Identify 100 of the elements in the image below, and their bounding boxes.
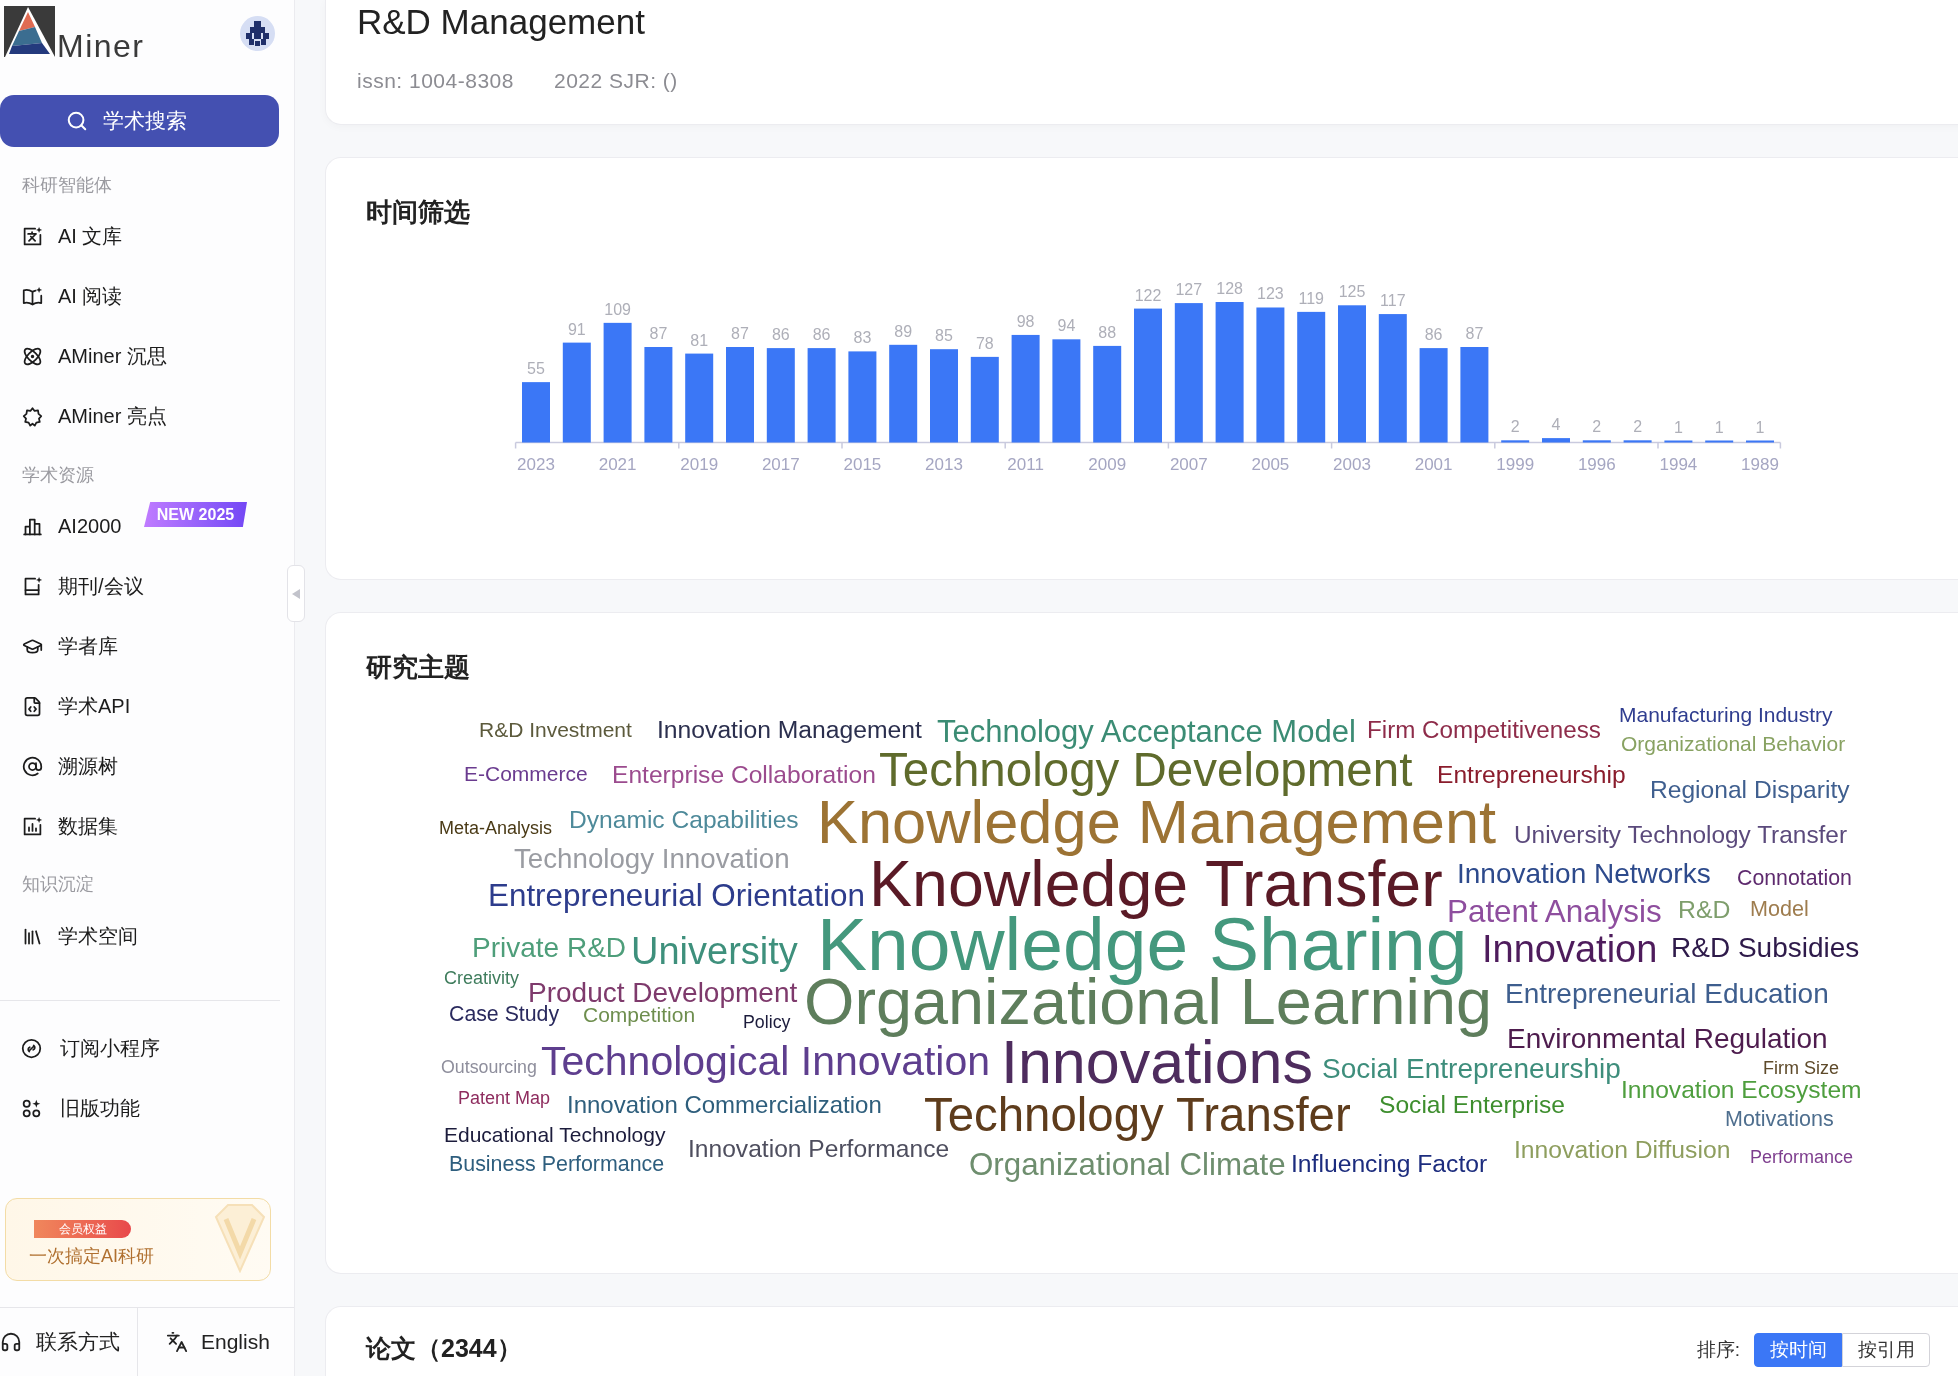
nav-item[interactable]: AI 阅读 (0, 266, 280, 326)
chart-bar[interactable] (1256, 307, 1285, 443)
search-button[interactable]: 学术搜索 (0, 95, 279, 147)
bar-value-label: 2 (1510, 418, 1520, 436)
journal-title: R&D Management (357, 2, 646, 42)
chart-bar[interactable] (1093, 345, 1122, 443)
chart-sparkle-icon (22, 815, 43, 837)
topic-word: E-Commerce (464, 763, 588, 784)
link-circle-icon (21, 1037, 42, 1059)
chart-bar[interactable] (1174, 303, 1203, 443)
chart-bar[interactable] (562, 342, 591, 443)
topic-word: Meta-Analysis (439, 819, 553, 837)
topic-word: Environmental Regulation (1507, 1025, 1828, 1053)
bar-value-label: 4 (1551, 416, 1561, 434)
chart-bar[interactable] (807, 348, 836, 443)
chart-bar[interactable] (1501, 440, 1530, 443)
topic-word: Private R&D (472, 934, 627, 962)
sort-toggle[interactable]: 按时间 (1754, 1333, 1842, 1367)
bar-value-label: 55 (527, 360, 545, 378)
chart-bar[interactable] (1746, 440, 1774, 443)
chart-bar[interactable] (1664, 440, 1693, 443)
section-title: 研究主题 (366, 652, 471, 682)
topic-word: Dynamic Capabilities (569, 808, 799, 833)
axis-label: 2011 (1007, 455, 1044, 474)
topic-word: Innovation Diffusion (1514, 1138, 1731, 1163)
chart-bar[interactable] (1419, 348, 1448, 443)
sort-toggle[interactable]: 按引用 (1842, 1333, 1930, 1367)
nav-item[interactable]: 学者库 (0, 616, 280, 676)
topic-word: Innovation Ecosystem (1621, 1078, 1862, 1103)
caret-left-icon (292, 588, 300, 599)
chart-bar[interactable] (889, 344, 918, 443)
chart-bar[interactable] (644, 347, 673, 443)
at-sign-icon (22, 755, 43, 777)
chart-bar[interactable] (1297, 311, 1326, 443)
chart-bar[interactable] (1623, 440, 1652, 443)
nav-item[interactable]: 旧版功能 (0, 1078, 280, 1138)
axis-label: 2005 (1251, 455, 1290, 474)
topic-word: Technology Transfer (924, 1091, 1351, 1139)
axis-label: 1994 (1659, 455, 1698, 474)
topic-word: Outsourcing (441, 1059, 537, 1077)
topic-word: University (631, 932, 798, 970)
apps-sparkle-icon (21, 1097, 42, 1119)
chart-bar[interactable] (766, 348, 795, 443)
pixel-avatar-icon[interactable] (240, 16, 275, 51)
chart-bar[interactable] (1011, 334, 1040, 443)
topic-word: Regional Disparity (1650, 778, 1850, 803)
topic-word: Connotation (1737, 868, 1852, 890)
chart-bar[interactable] (1542, 438, 1570, 443)
bar-value-label: 83 (853, 329, 872, 347)
chart-bar[interactable] (1705, 440, 1734, 443)
footer-link[interactable]: 联系方式 (0, 1308, 138, 1376)
nav-item[interactable]: AI 文库 (0, 206, 280, 266)
bar-value-label: 2 (1633, 418, 1643, 436)
section-heading: 知识沉淀 (21, 873, 94, 896)
axis-label: 2001 (1414, 455, 1453, 474)
footer-link[interactable]: English (138, 1308, 294, 1376)
nav-item[interactable]: 学术API (0, 676, 280, 736)
chart-bar[interactable] (1215, 302, 1244, 443)
chart-bar[interactable] (685, 353, 714, 443)
sort-label: 排序: (1696, 1338, 1740, 1362)
axis-label: 2003 (1333, 455, 1371, 474)
file-code-icon (22, 695, 43, 717)
topic-word: Innovations (1001, 1032, 1313, 1093)
gem-decoration-icon (214, 1203, 266, 1273)
nav-item[interactable]: AMiner 亮点 (0, 386, 280, 446)
topic-word: R&D Investment (479, 719, 632, 740)
topic-word: Model (1750, 898, 1809, 920)
topic-word: Policy (743, 1014, 791, 1032)
axis-label: 2009 (1088, 455, 1127, 474)
chart-bar[interactable] (603, 322, 632, 443)
bar-value-label: 123 (1257, 285, 1284, 303)
bar-value-label: 117 (1380, 292, 1406, 310)
chart-bar[interactable] (1460, 347, 1489, 443)
nav-item[interactable]: AMiner 沉思 (0, 326, 280, 386)
nav-item[interactable]: 学术空间 (0, 906, 280, 966)
chart-bar[interactable] (930, 349, 958, 443)
nav-item[interactable]: 数据集 (0, 796, 280, 856)
headset-icon (0, 1331, 22, 1353)
chart-bar[interactable] (848, 351, 877, 443)
bar-value-label: 78 (975, 334, 994, 352)
chart-bar[interactable] (1582, 440, 1611, 443)
sidebar-collapse-handle[interactable] (287, 565, 305, 622)
bar-value-label: 109 (604, 300, 631, 318)
bar-value-label: 1 (1714, 418, 1724, 436)
nav-item[interactable]: 溯源树 (0, 736, 280, 796)
topic-word: Competition (583, 1004, 696, 1025)
nav-item[interactable]: 订阅小程序 (0, 1018, 280, 1078)
topic-word: Patent Map (458, 1089, 551, 1107)
topic-word: Enterprise Collaboration (612, 763, 876, 788)
bar-value-label: 81 (690, 331, 709, 349)
bar-value-label: 122 (1134, 286, 1162, 304)
bar-value-label: 2 (1592, 418, 1602, 436)
chart-bar[interactable] (1052, 339, 1081, 443)
topic-word: University Technology Transfer (1514, 823, 1848, 848)
nav-item[interactable]: 期刊/会议 (0, 556, 280, 616)
topic-word: Motivations (1725, 1109, 1834, 1131)
chart-bar[interactable] (1378, 314, 1407, 443)
triangle-logo-icon (4, 6, 55, 57)
membership-promo-card[interactable]: 会员权益 一次搞定AI科研 (5, 1198, 271, 1281)
chart-bar[interactable] (970, 356, 999, 443)
